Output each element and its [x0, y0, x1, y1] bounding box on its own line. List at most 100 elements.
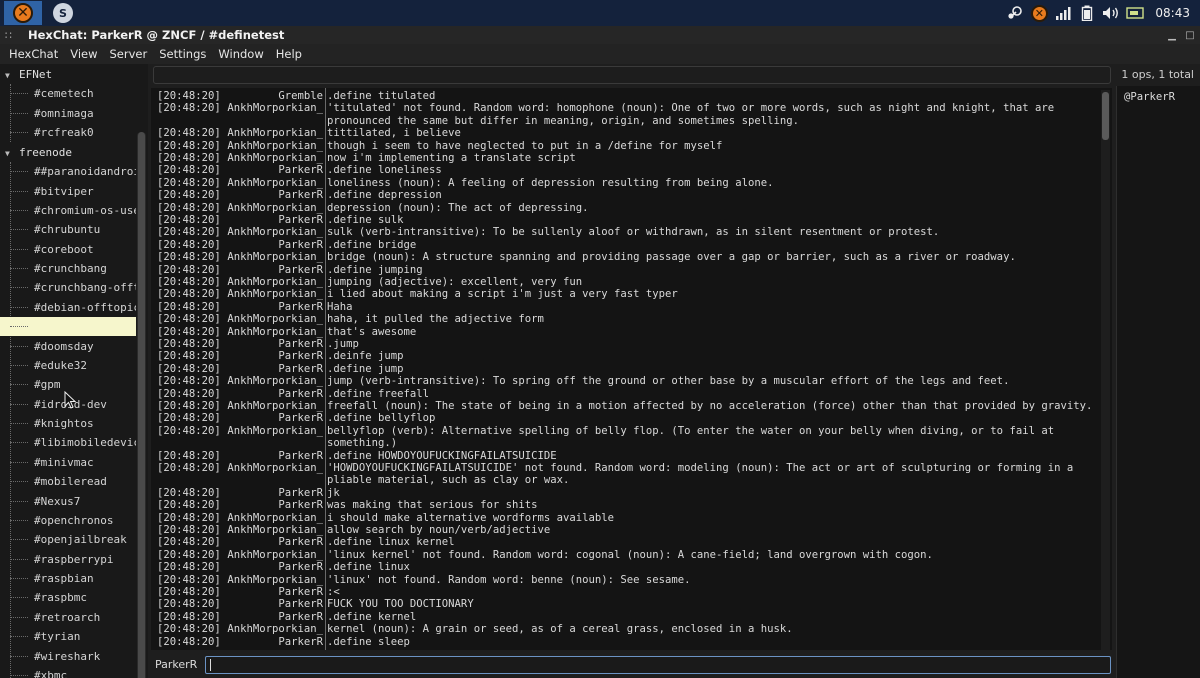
chat-nick[interactable]: ParkerR — [217, 214, 323, 226]
channel-item[interactable]: #chromium-os-user — [0, 201, 136, 220]
chat-nick[interactable]: AnkhMorporkian_ — [217, 140, 323, 152]
channel-item[interactable]: #rcfreak0 — [0, 123, 136, 142]
topic-bar[interactable] — [153, 66, 1111, 84]
chat-nick[interactable]: AnkhMorporkian_ — [217, 574, 323, 586]
collapse-arrow-icon[interactable]: ▼ — [5, 144, 19, 162]
chat-nick[interactable]: AnkhMorporkian_ — [217, 251, 323, 263]
channel-item[interactable]: #raspbmc — [0, 588, 136, 607]
chat-nick[interactable]: AnkhMorporkian_ — [217, 313, 323, 325]
chat-nick[interactable]: ParkerR — [217, 487, 323, 499]
chat-nick[interactable]: ParkerR — [217, 611, 323, 623]
channel-item[interactable]: #cemetech — [0, 84, 136, 103]
nick-button[interactable]: ParkerR — [155, 656, 203, 674]
collapse-arrow-icon[interactable]: ▼ — [5, 66, 19, 84]
channel-item[interactable]: #openjailbreak — [0, 530, 136, 549]
chat-nick[interactable]: ParkerR — [217, 301, 323, 313]
channel-item[interactable]: #chrubuntu — [0, 220, 136, 239]
channel-item-selected[interactable]: #definetest — [0, 317, 136, 336]
chat-scrollbar[interactable] — [1101, 90, 1110, 650]
channel-item[interactable]: #tyrian — [0, 627, 136, 646]
maximize-icon[interactable]: □ — [1182, 26, 1198, 44]
chat-nick[interactable]: ParkerR — [217, 586, 323, 598]
chat-nick[interactable]: AnkhMorporkian_ — [217, 375, 323, 387]
tree-scrollbar[interactable] — [137, 132, 146, 678]
chat-nick[interactable]: AnkhMorporkian_ — [217, 326, 323, 338]
window-titlebar[interactable]: ∷ HexChat: ParkerR @ ZNCF / #definetest … — [0, 26, 1200, 44]
chat-nick[interactable]: AnkhMorporkian_ — [217, 462, 323, 474]
channel-item[interactable]: #raspbian — [0, 569, 136, 588]
clock[interactable]: 08:43 — [1147, 6, 1200, 20]
xchat-taskbar-button[interactable]: ✕ — [4, 1, 42, 25]
chat-nick[interactable]: AnkhMorporkian_ — [217, 623, 323, 635]
channel-item[interactable]: #bitviper — [0, 182, 136, 201]
chat-nick[interactable]: ParkerR — [217, 338, 323, 350]
channel-item[interactable]: #eduke32 — [0, 356, 136, 375]
minimize-icon[interactable]: ▁ — [1164, 26, 1180, 44]
user-list-item[interactable]: @ParkerR — [1124, 91, 1175, 103]
chat-nick[interactable]: AnkhMorporkian_ — [217, 549, 323, 561]
chat-nick[interactable]: AnkhMorporkian_ — [217, 152, 323, 164]
chat-nick[interactable]: ParkerR — [217, 350, 323, 362]
channel-item[interactable]: ##paranoidandroid — [0, 162, 136, 181]
chat-nick[interactable]: ParkerR — [217, 189, 323, 201]
chat-nick[interactable]: AnkhMorporkian_ — [217, 226, 323, 238]
message-input[interactable] — [205, 656, 1111, 674]
channel-item[interactable]: #omnimaga — [0, 104, 136, 123]
chat-nick[interactable]: AnkhMorporkian_ — [217, 177, 323, 189]
channel-item[interactable]: #debian-offtopic — [0, 298, 136, 317]
chat-nick[interactable]: Gremble — [217, 90, 323, 102]
chat-nick[interactable]: ParkerR — [217, 450, 323, 462]
channel-item[interactable]: #doomsday — [0, 337, 136, 356]
chat-nick[interactable]: AnkhMorporkian_ — [217, 102, 323, 114]
steam-icon[interactable] — [1003, 0, 1027, 26]
network-freenode[interactable]: ▼ freenode — [0, 143, 136, 162]
chat-nick[interactable]: ParkerR — [217, 264, 323, 276]
channel-item[interactable]: #xbmc — [0, 666, 136, 678]
menu-settings[interactable]: Settings — [153, 44, 212, 64]
chat-nick[interactable]: AnkhMorporkian_ — [217, 512, 323, 524]
menu-hexchat[interactable]: HexChat — [3, 44, 64, 64]
volume-icon[interactable] — [1099, 0, 1123, 26]
chat-nick[interactable]: AnkhMorporkian_ — [217, 276, 323, 288]
chat-nick[interactable]: ParkerR — [217, 499, 323, 511]
chat-nick[interactable]: ParkerR — [217, 363, 323, 375]
chat-nick[interactable]: AnkhMorporkian_ — [217, 288, 323, 300]
steam-taskbar-button[interactable]: S — [44, 1, 82, 25]
network-icon[interactable] — [1123, 0, 1147, 26]
chat-nick[interactable]: ParkerR — [217, 636, 323, 648]
chat-nick[interactable]: ParkerR — [217, 536, 323, 548]
chat-nick[interactable]: ParkerR — [217, 561, 323, 573]
channel-item[interactable]: #libimobiledevice — [0, 433, 136, 452]
chat-nick[interactable]: ParkerR — [217, 598, 323, 610]
channel-item[interactable]: #coreboot — [0, 240, 136, 259]
chat-nick[interactable]: AnkhMorporkian_ — [217, 127, 323, 139]
signal-icon[interactable] — [1051, 0, 1075, 26]
tree-scrollbar-thumb[interactable] — [138, 132, 145, 678]
channel-item[interactable]: #raspberrypi — [0, 550, 136, 569]
menu-help[interactable]: Help — [270, 44, 308, 64]
channel-item[interactable]: #knightos — [0, 414, 136, 433]
chat-nick[interactable]: AnkhMorporkian_ — [217, 524, 323, 536]
chat-nick[interactable]: ParkerR — [217, 239, 323, 251]
channel-item[interactable]: #mobileread — [0, 472, 136, 491]
menu-view[interactable]: View — [64, 44, 103, 64]
channel-item[interactable]: #crunchbang — [0, 259, 136, 278]
channel-item[interactable]: #Nexus7 — [0, 492, 136, 511]
chat-nick[interactable]: AnkhMorporkian_ — [217, 425, 323, 437]
channel-item[interactable]: #minivmac — [0, 453, 136, 472]
chat-nick[interactable]: AnkhMorporkian_ — [217, 202, 323, 214]
network-efnet[interactable]: ▼ EFNet — [0, 65, 136, 84]
chat-nick[interactable]: AnkhMorporkian_ — [217, 400, 323, 412]
chat-log[interactable]: [20:48:20] Gremble .define titulated [20:48… — [151, 88, 1112, 650]
channel-item[interactable]: #crunchbang-offtopic — [0, 278, 136, 297]
menu-window[interactable]: Window — [212, 44, 269, 64]
nick-separator[interactable] — [325, 88, 326, 650]
channel-item[interactable]: #wireshark — [0, 647, 136, 666]
channel-item[interactable]: #openchronos — [0, 511, 136, 530]
chat-nick[interactable]: ParkerR — [217, 164, 323, 176]
battery-icon[interactable] — [1075, 0, 1099, 26]
channel-item[interactable]: #retroarch — [0, 608, 136, 627]
chat-nick[interactable]: ParkerR — [217, 412, 323, 424]
chat-nick[interactable]: ParkerR — [217, 388, 323, 400]
xchat-icon[interactable]: ✕ — [1027, 0, 1051, 26]
